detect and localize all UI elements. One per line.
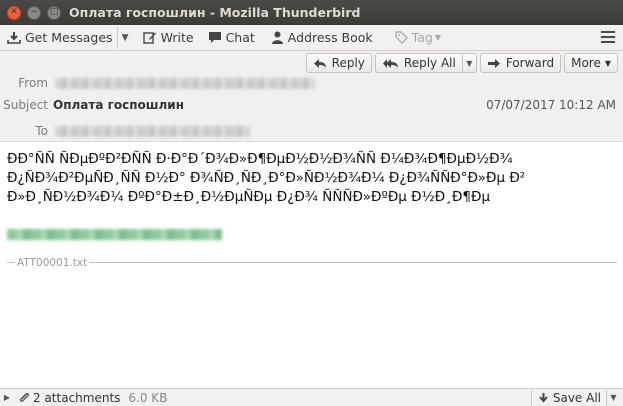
from-value-redacted	[55, 78, 315, 89]
header-action-buttons: Reply Reply All ▼ Forward More ▼	[305, 53, 618, 73]
to-value-redacted	[55, 126, 250, 137]
address-book-label: Address Book	[287, 30, 373, 45]
write-label: Write	[160, 30, 194, 45]
subject-value: Оплата госпошлин	[53, 98, 185, 112]
reply-all-arrow-icon	[382, 58, 398, 68]
redacted-link[interactable]	[7, 229, 222, 240]
tag-dropdown-arrow: ▼	[434, 33, 441, 42]
get-messages-button[interactable]: Get Messages	[3, 27, 117, 49]
save-all-dropdown[interactable]: ▼	[606, 389, 620, 406]
minimize-window-button[interactable]: −	[27, 5, 41, 20]
message-header: Reply Reply All ▼ Forward More ▼ From Su…	[0, 51, 623, 142]
body-line: Ð»Ð¸ÑÐ½Ð¾Ð¼ ÐºÐ°Ð±Ð¸Ð½ÐµÑÐµ Ð¿Ð¾ ÑÑÑÐ»Ðº…	[7, 189, 491, 205]
app-menu-icon[interactable]	[601, 29, 615, 45]
close-window-button[interactable]: ✕	[7, 5, 21, 20]
reply-all-dropdown[interactable]: ▼	[461, 54, 476, 72]
attachment-separator-filename: ATT00001.txt	[17, 256, 88, 269]
person-icon	[271, 31, 283, 44]
message-body: ÐÐ°ÑÑ ÑÐµÐºÐ²ÐÑÑ Ð·Ð°Ð´Ð¾Ð»Ð¶ÐµÐ½Ð½Ð¾ÑÑ …	[7, 150, 612, 207]
attachment-size: 6.0 KB	[128, 390, 168, 405]
attachment-separator: ATT00001.txt	[7, 257, 617, 269]
forward-button[interactable]: Forward	[479, 53, 562, 73]
more-button[interactable]: More ▼	[564, 53, 618, 73]
reply-label: Reply	[331, 56, 365, 70]
address-book-button[interactable]: Address Book	[267, 27, 377, 49]
more-dropdown-arrow: ▼	[604, 58, 611, 68]
attachment-count-label: 2 attachments	[33, 390, 121, 405]
from-label: From	[18, 76, 48, 90]
reply-button[interactable]: Reply	[305, 53, 372, 73]
get-messages-dropdown[interactable]: ▼	[116, 26, 133, 49]
forward-arrow-icon	[487, 58, 500, 68]
maximize-window-button[interactable]: □	[47, 5, 61, 20]
title-bar: ✕ − □ Оплата госпошлин - Mozilla Thunder…	[0, 0, 623, 25]
body-line: Ð¿ÑÐ¾Ð²ÐµÑÐ¸ÑÑ Ð½Ð° Ð¾ÑÐ¸ÑÐ¸Ð°Ð»ÑÐ½Ð¾Ð¼ …	[7, 170, 526, 186]
more-label: More	[571, 56, 601, 70]
message-date: 07/07/2017 10:12 AM	[486, 98, 616, 112]
chat-bubble-icon	[208, 32, 221, 43]
attachment-bar: ▶ 2 attachments 6.0 KB Save All ▼	[0, 388, 623, 406]
reply-all-button[interactable]: Reply All ▼	[374, 53, 477, 73]
body-line: ÐÐ°ÑÑ ÑÐµÐºÐ²ÐÑÑ Ð·Ð°Ð´Ð¾Ð»Ð¶ÐµÐ½Ð½Ð¾ÑÑ …	[7, 151, 513, 167]
get-messages-label: Get Messages	[25, 30, 113, 45]
download-icon	[7, 32, 21, 44]
paperclip-icon	[19, 392, 29, 402]
save-all-label: Save All	[552, 390, 601, 405]
forward-label: Forward	[505, 56, 555, 70]
attachment-count[interactable]: 2 attachments	[18, 391, 120, 405]
download-icon	[539, 392, 548, 403]
tag-label: Tag	[411, 30, 433, 45]
tag-button[interactable]: Tag ▼	[391, 27, 445, 49]
chat-button[interactable]: Chat	[204, 27, 259, 49]
tag-icon	[394, 31, 408, 44]
reply-all-label: Reply All	[403, 56, 456, 70]
to-label: To	[35, 124, 48, 138]
write-button[interactable]: Write	[139, 27, 198, 49]
expand-attachments-toggle[interactable]: ▶	[0, 393, 14, 402]
chat-label: Chat	[225, 30, 255, 45]
window-title: Оплата госпошлин - Mozilla Thunderbird	[69, 5, 361, 20]
save-all-button[interactable]: Save All ▼	[530, 389, 620, 406]
pencil-icon	[142, 32, 156, 44]
main-toolbar: Get Messages ▼ Write Chat Address Book T…	[0, 25, 623, 51]
subject-label: Subject	[3, 98, 48, 112]
reply-arrow-icon	[313, 58, 326, 68]
